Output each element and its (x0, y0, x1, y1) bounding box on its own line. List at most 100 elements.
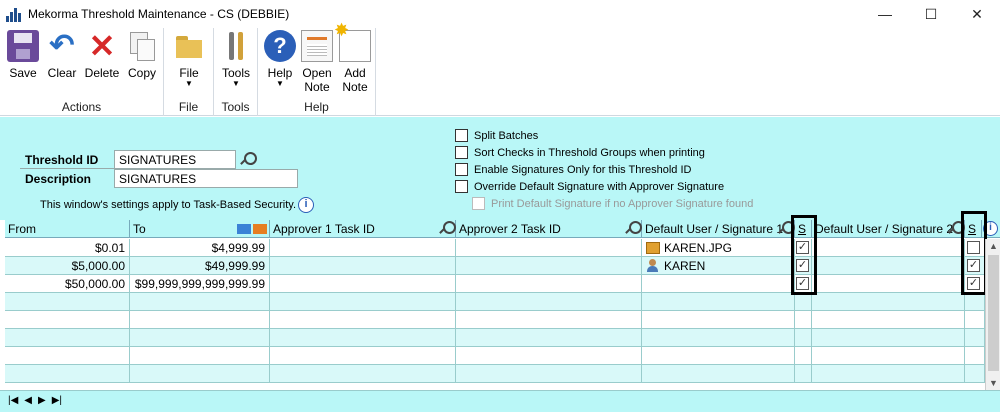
signature2-cell[interactable] (812, 257, 965, 275)
add-note-button[interactable]: Add Note (334, 23, 372, 94)
from-cell[interactable]: $0.01 (5, 239, 130, 257)
first-record-icon[interactable]: |◀ (8, 395, 18, 406)
checkbox[interactable] (455, 180, 468, 193)
copy-button[interactable]: Copy (124, 30, 160, 80)
lookup-icon[interactable] (623, 220, 642, 238)
s1-cell[interactable] (795, 311, 812, 329)
to-cell[interactable] (130, 365, 270, 383)
tools-menu-button[interactable]: Tools ▼ (219, 30, 253, 88)
approver2-cell[interactable] (456, 275, 642, 293)
column-signature1[interactable]: Default User / Signature 1 (642, 220, 795, 238)
table-row[interactable]: $5,000.00 $49,999.99 KAREN ✓ ✓ (5, 257, 985, 275)
approver1-cell[interactable] (270, 365, 456, 383)
table-row[interactable] (5, 347, 985, 365)
from-cell[interactable]: $5,000.00 (5, 257, 130, 275)
delete-button[interactable]: ✕ Delete (82, 30, 122, 80)
s2-cell[interactable] (965, 293, 985, 311)
approver1-cell[interactable] (270, 275, 456, 293)
table-row[interactable]: $50,000.00 $99,999,999,999,999.99 ✓ ✓ (5, 275, 985, 293)
table-row[interactable] (5, 293, 985, 311)
approver1-cell[interactable] (270, 311, 456, 329)
signature2-cell[interactable] (812, 365, 965, 383)
signature2-cell[interactable] (812, 275, 965, 293)
table-row[interactable] (5, 365, 985, 383)
scroll-down-icon[interactable]: ▼ (986, 376, 1000, 390)
checkbox[interactable] (455, 163, 468, 176)
column-approver2[interactable]: Approver 2 Task ID (456, 220, 642, 238)
approver2-cell[interactable] (456, 365, 642, 383)
table-row[interactable]: $0.01 $4,999.99 KAREN.JPG ✓ (5, 239, 985, 257)
table-row[interactable] (5, 311, 985, 329)
approver2-cell[interactable] (456, 311, 642, 329)
split-batches-option[interactable]: Split Batches (455, 129, 538, 142)
signature1-cell[interactable] (642, 275, 795, 293)
signature1-cell[interactable] (642, 329, 795, 347)
to-cell[interactable]: $49,999.99 (130, 257, 270, 275)
override-signature-option[interactable]: Override Default Signature with Approver… (455, 180, 724, 193)
last-record-icon[interactable]: ▶| (52, 395, 62, 406)
checkbox[interactable] (455, 146, 468, 159)
signature1-cell[interactable]: KAREN (642, 257, 795, 275)
signature2-cell[interactable] (812, 311, 965, 329)
checkbox[interactable] (455, 129, 468, 142)
close-button[interactable]: ✕ (954, 0, 1000, 28)
approver2-cell[interactable] (456, 257, 642, 275)
table-row[interactable] (5, 329, 985, 347)
s1-cell[interactable] (795, 293, 812, 311)
column-from[interactable]: From (5, 220, 130, 238)
scroll-up-icon[interactable]: ▲ (986, 239, 1000, 253)
signature1-cell[interactable] (642, 347, 795, 365)
clear-button[interactable]: ↶ Clear (44, 30, 80, 81)
s2-cell[interactable] (965, 329, 985, 347)
info-icon[interactable]: i (298, 197, 314, 213)
signature2-cell[interactable] (812, 347, 965, 365)
help-menu-button[interactable]: ? Help ▼ (262, 30, 298, 88)
approver1-cell[interactable] (270, 239, 456, 257)
save-button[interactable]: Save (6, 30, 40, 80)
from-cell[interactable] (5, 347, 130, 365)
description-field[interactable]: SIGNATURES (114, 169, 298, 188)
to-cell[interactable] (130, 293, 270, 311)
approver1-cell[interactable] (270, 293, 456, 311)
to-cell[interactable] (130, 329, 270, 347)
sort-checks-option[interactable]: Sort Checks in Threshold Groups when pri… (455, 146, 705, 159)
signature2-cell[interactable] (812, 239, 965, 257)
next-record-icon[interactable]: ▶ (38, 395, 46, 406)
lookup-icon[interactable] (238, 151, 257, 169)
from-cell[interactable]: $50,000.00 (5, 275, 130, 293)
signature1-cell[interactable]: KAREN.JPG (642, 239, 795, 257)
approver2-cell[interactable] (456, 329, 642, 347)
file-menu-button[interactable]: File ▼ (172, 30, 206, 88)
s2-cell[interactable] (965, 347, 985, 365)
approver2-cell[interactable] (456, 347, 642, 365)
from-cell[interactable] (5, 311, 130, 329)
column-to[interactable]: To (130, 220, 270, 238)
lookup-icon[interactable] (437, 220, 456, 238)
collapse-icon[interactable] (253, 224, 267, 234)
expand-icon[interactable] (237, 224, 251, 234)
vertical-scrollbar[interactable]: ▲ ▼ (985, 239, 1000, 390)
s2-cell[interactable] (965, 365, 985, 383)
from-cell[interactable] (5, 293, 130, 311)
threshold-id-field[interactable]: SIGNATURES (114, 150, 236, 169)
column-approver1[interactable]: Approver 1 Task ID (270, 220, 456, 238)
maximize-button[interactable]: ☐ (908, 0, 954, 28)
approver1-cell[interactable] (270, 257, 456, 275)
approver1-cell[interactable] (270, 347, 456, 365)
signature2-cell[interactable] (812, 329, 965, 347)
s1-cell[interactable] (795, 365, 812, 383)
minimize-button[interactable]: — (862, 0, 908, 28)
signature1-cell[interactable] (642, 311, 795, 329)
signature1-cell[interactable] (642, 365, 795, 383)
to-cell[interactable] (130, 311, 270, 329)
scroll-thumb[interactable] (988, 255, 999, 371)
signature2-cell[interactable] (812, 293, 965, 311)
approver2-cell[interactable] (456, 293, 642, 311)
enable-signatures-option[interactable]: Enable Signatures Only for this Threshol… (455, 163, 691, 176)
from-cell[interactable] (5, 365, 130, 383)
s1-cell[interactable] (795, 329, 812, 347)
open-note-button[interactable]: Open Note (300, 30, 334, 94)
from-cell[interactable] (5, 329, 130, 347)
signature1-cell[interactable] (642, 293, 795, 311)
previous-record-icon[interactable]: ◀ (24, 395, 32, 406)
